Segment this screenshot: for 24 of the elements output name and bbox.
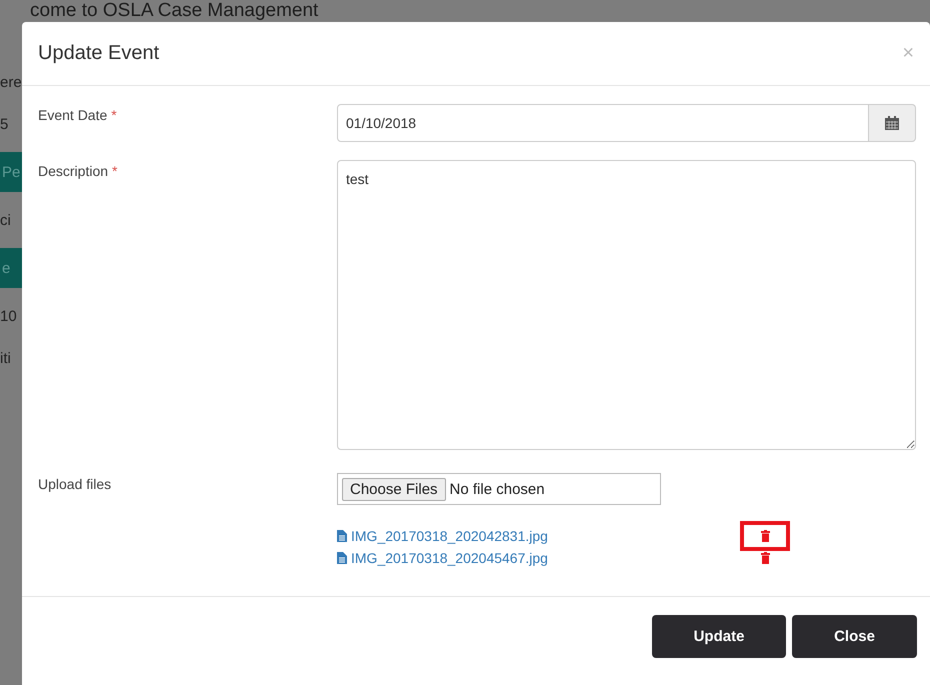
trash-icon — [760, 530, 770, 542]
close-dialog-button[interactable]: Close — [792, 615, 917, 658]
description-field[interactable]: test — [337, 160, 916, 450]
field-label: Upload files — [38, 475, 112, 494]
file-link[interactable]: IMG_20170318_202042831.jpg — [337, 528, 740, 544]
page-text: ci — [0, 210, 12, 230]
file-link[interactable]: IMG_20170318_202045467.jpg — [337, 550, 740, 566]
delete-button[interactable] — [760, 530, 770, 542]
update-button[interactable]: Update — [652, 615, 786, 658]
date-field[interactable]: 01/10/2018 — [337, 104, 869, 142]
page-text: ere — [0, 72, 23, 92]
delete-button[interactable] — [760, 552, 770, 564]
page-text: 5 — [0, 114, 10, 134]
page-title: come to OSLA Case Management — [29, 0, 318, 23]
file-input[interactable]: Choose Files No file chosen — [337, 473, 661, 505]
field-label: Description * — [38, 162, 118, 181]
calendar-icon — [885, 116, 899, 130]
file-icon — [337, 530, 347, 542]
field-label: Event Date * — [38, 106, 118, 125]
dialog-title: Update Event — [38, 42, 160, 65]
page-text: iti — [0, 348, 12, 368]
file-icon — [337, 552, 347, 564]
page-text: 10 — [0, 306, 18, 326]
calendar-button[interactable] — [869, 104, 916, 142]
